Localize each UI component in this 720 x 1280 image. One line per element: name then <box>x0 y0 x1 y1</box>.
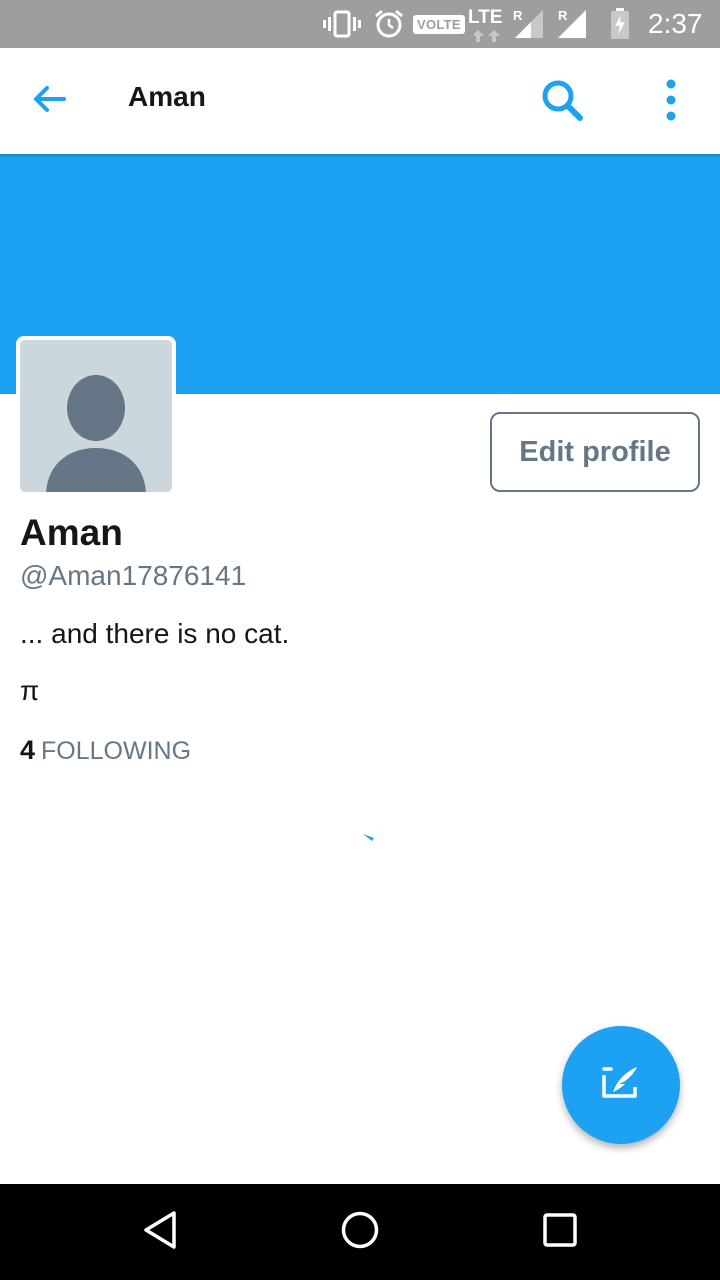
following-link[interactable]: 4 FOLLOWING <box>20 735 191 766</box>
system-navigation-bar <box>0 1184 720 1280</box>
edit-profile-button[interactable]: Edit profile <box>490 412 700 492</box>
clock: 2:37 <box>648 8 703 39</box>
app-bar-title: Aman <box>128 81 206 112</box>
profile-bio-line-2: π <box>20 675 40 706</box>
avatar[interactable] <box>16 336 176 496</box>
back-triangle-icon <box>142 1210 178 1255</box>
default-avatar-icon <box>20 340 172 492</box>
status-bar: VOLTE LTE R R 2:37 <box>0 0 720 48</box>
volte-badge: VOLTE <box>413 14 465 34</box>
more-vertical-icon <box>665 79 677 126</box>
app-bar: Aman <box>0 48 720 154</box>
search-button[interactable] <box>536 76 588 128</box>
following-label: FOLLOWING <box>41 737 192 765</box>
profile-handle: @Aman17876141 <box>20 560 247 591</box>
compose-tweet-icon <box>601 1065 641 1106</box>
nav-home-button[interactable] <box>300 1184 420 1280</box>
nav-recents-button[interactable] <box>500 1184 620 1280</box>
back-button[interactable] <box>24 77 74 125</box>
home-circle-icon <box>340 1210 380 1255</box>
loading-spinner-icon <box>362 829 376 847</box>
search-icon <box>540 78 584 127</box>
nav-back-button[interactable] <box>100 1184 220 1280</box>
arrow-left-icon <box>32 85 66 118</box>
compose-tweet-button[interactable] <box>562 1026 680 1144</box>
following-count: 4 <box>20 735 36 765</box>
battery-charging-icon <box>610 0 630 48</box>
recents-square-icon <box>542 1212 578 1253</box>
vibrate-icon <box>323 0 361 48</box>
profile-display-name: Aman <box>20 512 123 553</box>
alarm-icon <box>373 0 405 48</box>
profile-bio-line-1: ... and there is no cat. <box>20 618 290 649</box>
signal-icon <box>513 0 545 48</box>
more-options-button[interactable] <box>650 76 692 128</box>
signal-icon-2 <box>556 0 588 48</box>
